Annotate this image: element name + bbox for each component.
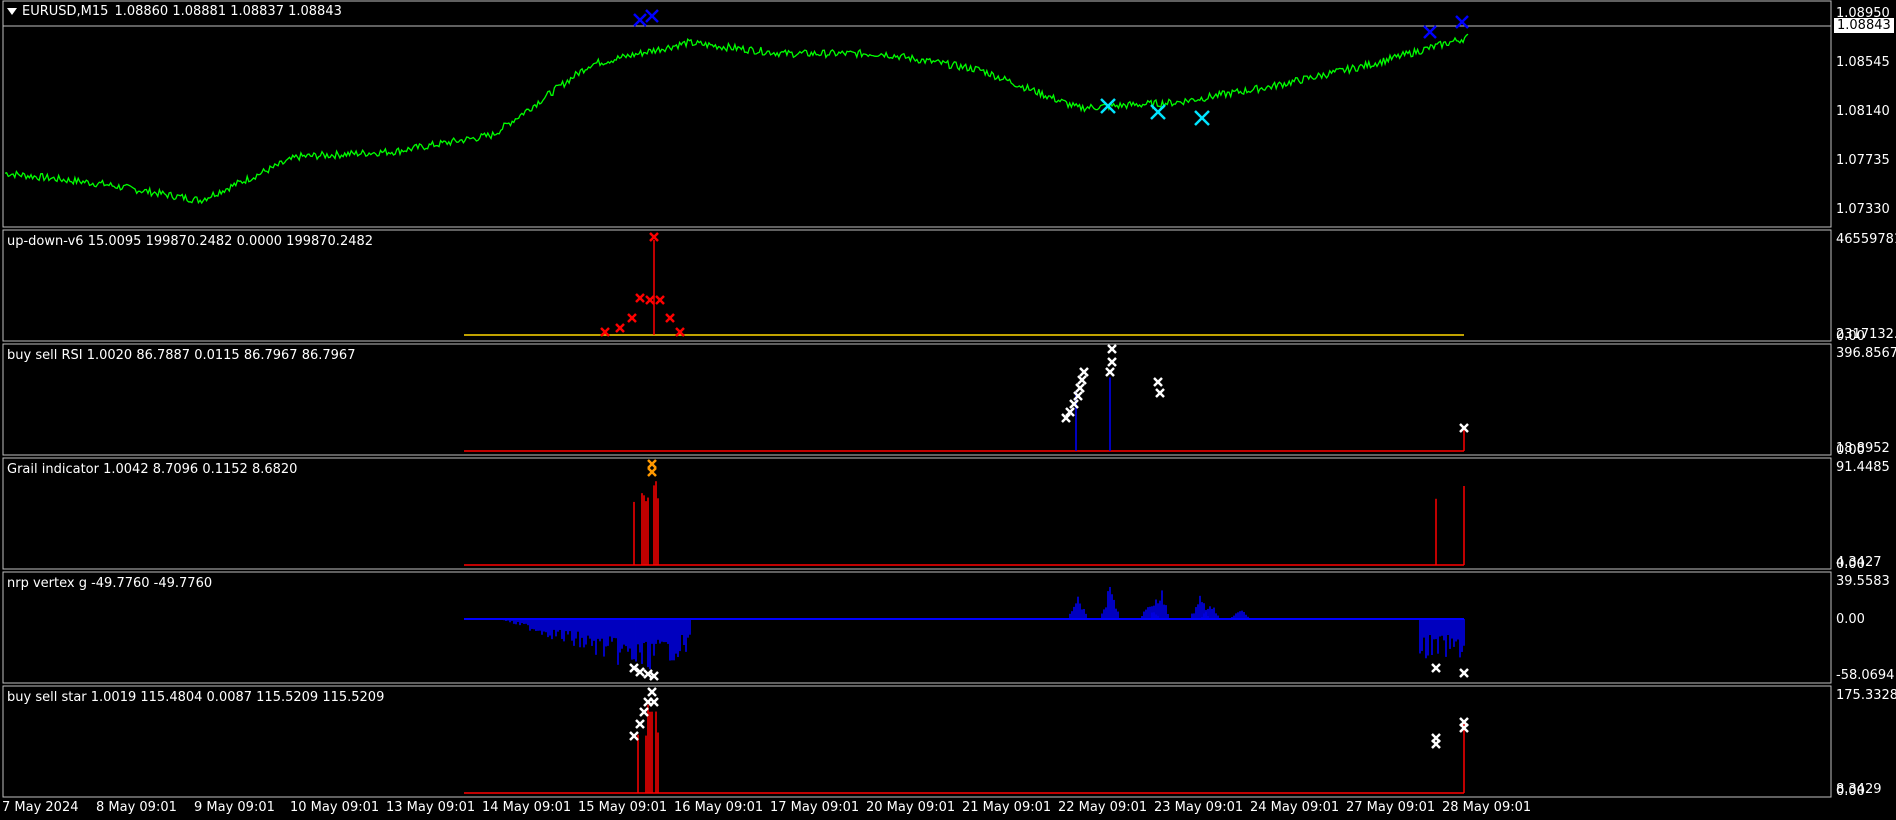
pane-axis-tick: 91.4485 [1836, 460, 1890, 475]
trading-terminal-chart[interactable]: EURUSD,M15 1.08860 1.08881 1.08837 1.0884… [0, 0, 1896, 820]
pane-label-up-down: up-down-v6 15.0095 199870.2482 0.0000 19… [7, 234, 374, 249]
time-tick: 14 May 09:01 [482, 800, 572, 815]
pane-label-grail: Grail indicator 1.0042 8.7096 0.1152 8.6… [7, 462, 298, 477]
time-tick: 7 May 2024 [2, 800, 79, 815]
time-tick: 21 May 09:01 [962, 800, 1052, 815]
main-pane-frame [2, 0, 1832, 228]
pane-axis-tick: 0.00 [1836, 557, 1865, 572]
time-tick: 10 May 09:01 [290, 800, 380, 815]
time-tick: 9 May 09:01 [194, 800, 275, 815]
pane-axis-tick: -58.0694 [1836, 668, 1895, 683]
symbol-label: EURUSD,M15 [22, 4, 109, 19]
price-line [4, 33, 1469, 205]
pane-axis-tick: 396.8567 [1836, 346, 1896, 361]
pane-axis-tick: 0.00 [1836, 612, 1865, 627]
time-tick: 20 May 09:01 [866, 800, 956, 815]
time-tick: 8 May 09:01 [96, 800, 177, 815]
time-tick: 17 May 09:01 [770, 800, 860, 815]
time-tick: 24 May 09:01 [1250, 800, 1340, 815]
pane-label-nrp-vertex: nrp vertex g -49.7760 -49.7760 [7, 576, 213, 591]
time-tick: 23 May 09:01 [1154, 800, 1244, 815]
pane-label-buy-sell-star: buy sell star 1.0019 115.4804 0.0087 115… [7, 690, 385, 705]
price-tick: 1.08140 [1836, 104, 1890, 119]
pane-axis-tick: 0.00 [1836, 329, 1865, 344]
price-tick: 1.07735 [1836, 153, 1890, 168]
current-price-tag: 1.08843 [1834, 18, 1894, 33]
pane-axis-tick: 46559781. [1836, 232, 1896, 247]
time-tick: 15 May 09:01 [578, 800, 668, 815]
pane-label-buy-sell-rsi: buy sell RSI 1.0020 86.7887 0.0115 86.79… [7, 348, 356, 363]
main-pane-header: EURUSD,M15 1.08860 1.08881 1.08837 1.0884… [7, 4, 342, 19]
price-tick: 1.08545 [1836, 55, 1890, 70]
time-tick: 22 May 09:01 [1058, 800, 1148, 815]
pane-axis-tick: 39.5583 [1836, 574, 1890, 589]
time-tick: 28 May 09:01 [1442, 800, 1532, 815]
time-tick: 16 May 09:01 [674, 800, 764, 815]
pane-axis-tick: 0.00 [1836, 443, 1865, 458]
ohlc-values: 1.08860 1.08881 1.08837 1.08843 [114, 4, 342, 19]
pane-axis-tick: 175.3328 [1836, 688, 1896, 703]
price-tick: 1.07330 [1836, 202, 1890, 217]
time-tick: 13 May 09:01 [386, 800, 476, 815]
indicator-pane-frame [2, 571, 1832, 684]
symbol-dropdown-icon[interactable] [7, 8, 17, 15]
pane-axis-tick: 0.00 [1836, 784, 1865, 799]
time-tick: 27 May 09:01 [1346, 800, 1436, 815]
